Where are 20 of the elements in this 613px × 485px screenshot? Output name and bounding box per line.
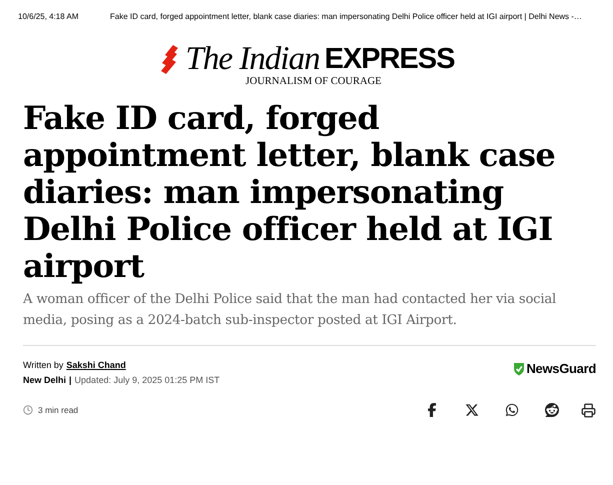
author-link[interactable]: Sakshi Chand — [66, 360, 126, 371]
print-icon[interactable] — [580, 402, 596, 418]
newsguard-label: NewsGuard — [526, 362, 596, 376]
location: New Delhi — [23, 375, 66, 386]
separator: | — [69, 375, 72, 386]
page-title: Fake ID card, forged appointment letter, blank case diaries: man impersonating Delhi Police officer held at IGI airport | Delhi News -… — [110, 12, 582, 22]
updated-date: Updated: July 9, 2025 01:25 PM IST — [74, 375, 220, 386]
x-icon[interactable] — [464, 402, 480, 418]
print-date: 10/6/25, 4:18 AM — [18, 12, 80, 22]
read-time: 3 min read — [38, 404, 78, 416]
byline-label: Written by — [23, 360, 64, 371]
whatsapp-icon[interactable] — [504, 402, 520, 418]
headline: Fake ID card, forged appointment letter, blank case diaries: man impersonating Delhi Police officer held at IGI airport — [23, 100, 556, 285]
shield-check-icon — [513, 362, 526, 376]
reddit-icon[interactable] — [544, 402, 560, 418]
logo-wordmark: The Indian — [186, 42, 320, 76]
summary: A woman officer of the Delhi Police said that the man had contacted her via social media, posing as a 2024-batch sub-inspector posted at IGI Airport. — [23, 291, 558, 330]
logo-wordmark-bold: EXPRESS — [324, 42, 454, 76]
clock-icon — [23, 405, 33, 415]
logo-tagline: JOURNALISM OF COURAGE — [246, 76, 382, 88]
